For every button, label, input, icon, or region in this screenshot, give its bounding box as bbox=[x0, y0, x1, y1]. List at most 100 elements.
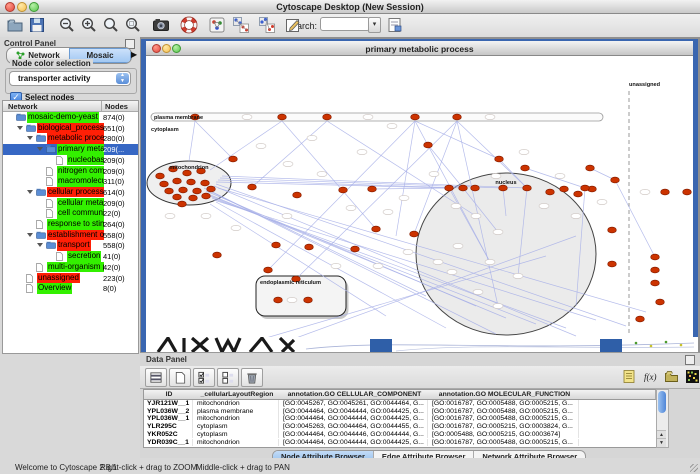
network-node[interactable] bbox=[304, 297, 313, 303]
network-node[interactable] bbox=[278, 114, 287, 120]
network-node[interactable] bbox=[274, 297, 283, 303]
network-node[interactable] bbox=[651, 254, 660, 260]
network-node[interactable] bbox=[608, 261, 617, 267]
network-node[interactable] bbox=[581, 185, 590, 191]
network-node[interactable] bbox=[173, 194, 182, 200]
save-icon[interactable] bbox=[28, 16, 46, 34]
tree-row[interactable]: biological_process651(0) bbox=[3, 123, 138, 134]
search-input[interactable] bbox=[320, 17, 370, 31]
layout-nodes2-icon[interactable] bbox=[258, 16, 276, 34]
tree-col-network[interactable]: Network bbox=[8, 102, 38, 111]
network-node[interactable] bbox=[305, 244, 314, 250]
network-node[interactable] bbox=[293, 192, 302, 198]
network-node[interactable] bbox=[173, 178, 182, 184]
network-node[interactable] bbox=[264, 267, 273, 273]
tree-expander-icon[interactable] bbox=[27, 136, 33, 140]
tree-expander-icon[interactable] bbox=[37, 147, 43, 151]
tab-overflow-arrow-icon[interactable]: ▶ bbox=[131, 50, 137, 59]
tree-row[interactable]: transport558(0) bbox=[3, 240, 138, 251]
network-node[interactable] bbox=[213, 252, 222, 258]
scroll-down-icon[interactable]: ▼ bbox=[657, 438, 666, 447]
network-node[interactable] bbox=[156, 173, 165, 179]
network-node[interactable] bbox=[453, 114, 462, 120]
tree-row[interactable]: multi-organism pro42(0) bbox=[3, 262, 138, 273]
network-node[interactable] bbox=[411, 114, 420, 120]
network-node[interactable] bbox=[339, 187, 348, 193]
network-node[interactable] bbox=[410, 231, 419, 237]
network-node[interactable] bbox=[636, 316, 645, 322]
network-node[interactable] bbox=[372, 226, 381, 232]
network-node[interactable] bbox=[179, 187, 188, 193]
network-node[interactable] bbox=[248, 184, 257, 190]
network-node[interactable] bbox=[683, 189, 692, 195]
network-node[interactable] bbox=[160, 181, 169, 187]
network-node[interactable] bbox=[445, 185, 454, 191]
tree-expander-icon[interactable] bbox=[37, 243, 43, 247]
table-header-3[interactable]: annotation.GO MOLECULAR_FUNCTION bbox=[429, 390, 581, 400]
network-node[interactable] bbox=[560, 186, 569, 192]
zoom-in-icon[interactable] bbox=[80, 16, 98, 34]
region-nucleus[interactable] bbox=[416, 173, 596, 335]
zoom-out-icon[interactable] bbox=[58, 16, 76, 34]
resize-grip[interactable] bbox=[690, 464, 698, 472]
network-node[interactable] bbox=[165, 188, 174, 194]
table-scrollbar[interactable]: ▲ ▼ bbox=[656, 389, 669, 448]
network-node[interactable] bbox=[189, 195, 198, 201]
tree-row[interactable]: establishment of lo558(0) bbox=[3, 230, 138, 241]
table-row[interactable]: YLR295Ccytoplasm[GO:0045263, GO:0044464,… bbox=[144, 423, 655, 431]
table-header-2[interactable]: annotation.GO CELLULAR_COMPONENT bbox=[280, 390, 430, 400]
annotation-icon[interactable] bbox=[284, 16, 302, 34]
tree-row[interactable]: cellular process614(0) bbox=[3, 187, 138, 198]
table-row[interactable]: YPL036W__1mitochondrion[GO:0044464, GO:0… bbox=[144, 415, 655, 423]
new-attribute-icon[interactable] bbox=[169, 368, 191, 387]
tree-row[interactable]: metabolic process280(0) bbox=[3, 133, 138, 144]
tree-row[interactable]: nitrogen compo209(0) bbox=[3, 166, 138, 177]
table-row[interactable]: YKR052Ccytoplasm[GO:0044464, GO:0044446,… bbox=[144, 431, 655, 439]
network-node[interactable] bbox=[201, 180, 210, 186]
network-node[interactable] bbox=[546, 189, 555, 195]
network-node[interactable] bbox=[608, 227, 617, 233]
tree-row[interactable]: macromolecule311(0) bbox=[3, 176, 138, 187]
zoom-fit-icon[interactable] bbox=[102, 16, 120, 34]
select-attributes-icon[interactable] bbox=[145, 368, 167, 387]
delete-attribute-icon[interactable] bbox=[241, 368, 263, 387]
network-node[interactable] bbox=[656, 299, 665, 305]
notes-icon[interactable] bbox=[620, 368, 638, 385]
network-node[interactable] bbox=[323, 114, 332, 120]
tree-row[interactable]: mosaic-demo-yeast874(0) bbox=[3, 112, 138, 123]
network-node[interactable] bbox=[651, 267, 660, 273]
network-node[interactable] bbox=[229, 156, 238, 162]
network-node[interactable] bbox=[586, 165, 595, 171]
tree-row[interactable]: cell communicat22(0) bbox=[3, 208, 138, 219]
network-node[interactable] bbox=[495, 156, 504, 162]
network-node[interactable] bbox=[459, 185, 468, 191]
select-all-attributes-icon[interactable] bbox=[193, 368, 215, 387]
tree-expander-icon[interactable] bbox=[17, 126, 23, 130]
table-header-0[interactable]: ID bbox=[144, 390, 195, 400]
network-node[interactable] bbox=[661, 189, 670, 195]
tree-row[interactable]: unassigned223(0) bbox=[3, 273, 138, 284]
tree-row[interactable]: nucleobase-209(0) bbox=[3, 155, 138, 166]
table-row[interactable]: YPL036W__2plasma membrane[GO:0044464, GO… bbox=[144, 408, 655, 416]
layout-nodes-icon[interactable] bbox=[232, 16, 250, 34]
network-node[interactable] bbox=[471, 185, 480, 191]
network-node[interactable] bbox=[187, 179, 196, 185]
formula-icon[interactable]: f(x) bbox=[641, 368, 659, 385]
open-icon[interactable] bbox=[6, 16, 24, 34]
tree-expander-icon[interactable] bbox=[27, 233, 33, 237]
edit-network-icon[interactable] bbox=[386, 16, 404, 34]
table-header-1[interactable]: _cellularLayoutRegion bbox=[194, 390, 281, 400]
network-node[interactable] bbox=[521, 165, 530, 171]
search-dropdown-icon[interactable]: ▾ bbox=[368, 17, 381, 33]
help-ring-icon[interactable] bbox=[180, 16, 198, 34]
network-node[interactable] bbox=[611, 177, 620, 183]
tree-row[interactable]: cellular metabol209(0) bbox=[3, 198, 138, 209]
tree-row[interactable]: response to stimulu264(0) bbox=[3, 219, 138, 230]
network-node[interactable] bbox=[272, 242, 281, 248]
tree-col-nodes[interactable]: Nodes bbox=[105, 102, 128, 111]
network-canvas[interactable]: plasma membranecytoplasmmitochondrionnuc… bbox=[146, 56, 693, 338]
matrix-icon[interactable] bbox=[683, 368, 700, 385]
scrollbar-thumb[interactable] bbox=[658, 391, 666, 413]
data-panel-float-icon[interactable] bbox=[685, 355, 695, 365]
network-node[interactable] bbox=[424, 142, 433, 148]
